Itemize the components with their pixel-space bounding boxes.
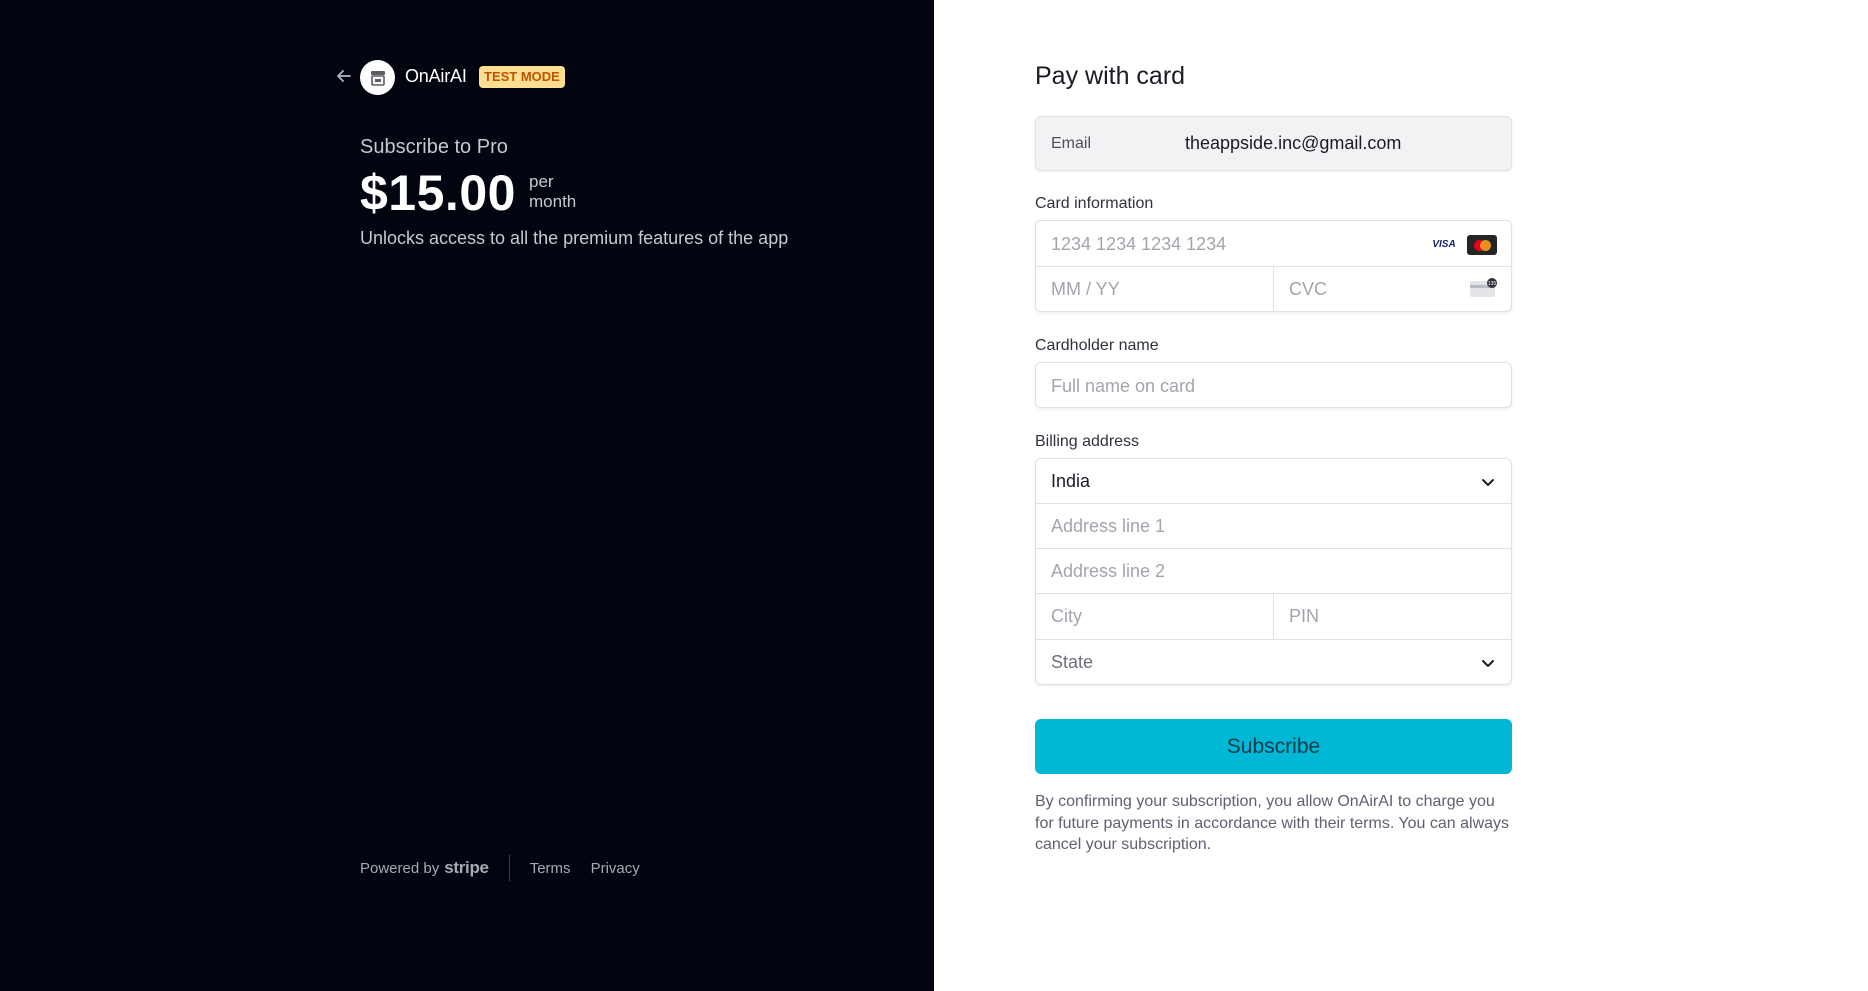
- state-select[interactable]: State: [1036, 640, 1511, 685]
- billing-interval: per month: [529, 172, 576, 212]
- cvc-input[interactable]: CVC 135: [1274, 267, 1512, 312]
- product-description: Unlocks access to all the premium featur…: [360, 228, 789, 248]
- billing-address-label: Billing address: [1035, 433, 1140, 450]
- city-placeholder: City: [1051, 606, 1082, 626]
- footer: Powered by stripe Terms Privacy: [360, 855, 660, 881]
- stripe-logo: stripe: [444, 858, 489, 877]
- powered-by-text: Powered by: [360, 860, 440, 877]
- svg-text:135: 135: [1488, 281, 1497, 287]
- privacy-link[interactable]: Privacy: [591, 860, 640, 877]
- city-input[interactable]: City: [1036, 594, 1274, 639]
- interval-line-2: month: [529, 192, 577, 211]
- back-arrow-icon[interactable]: [334, 66, 354, 86]
- billing-address-group: India Address line 1 Address line 2 City…: [1035, 458, 1512, 685]
- subscribe-button[interactable]: Subscribe: [1035, 719, 1512, 774]
- cardholder-name-input[interactable]: Full name on card: [1035, 362, 1512, 408]
- product-title: Subscribe to Pro: [360, 136, 508, 158]
- subscription-terms-text: By confirming your subscription, you all…: [1035, 793, 1510, 853]
- pay-with-card-title: Pay with card: [1035, 62, 1186, 90]
- mastercard-icon: [1467, 235, 1497, 255]
- chevron-down-icon: [1482, 479, 1494, 486]
- expiry-input[interactable]: MM / YY: [1036, 267, 1274, 312]
- footer-divider: [508, 855, 510, 881]
- card-information-label: Card information: [1035, 195, 1154, 212]
- card-information-group: 1234 1234 1234 1234 VISA MM / YY CVC 135: [1035, 220, 1512, 312]
- email-value: theappside.inc@gmail.com: [1185, 133, 1402, 153]
- price-amount: $15.00: [360, 165, 516, 221]
- cvc-card-icon: 135: [1470, 278, 1497, 297]
- powered-by-stripe[interactable]: Powered by stripe: [360, 858, 489, 878]
- order-summary-panel: OnAirAI TEST MODE Subscribe to Pro $15.0…: [0, 0, 934, 991]
- test-mode-badge: TEST MODE: [479, 66, 565, 88]
- cardholder-name-label: Cardholder name: [1035, 337, 1159, 354]
- card-number-placeholder: 1234 1234 1234 1234: [1051, 234, 1227, 254]
- pin-input[interactable]: PIN: [1274, 594, 1512, 639]
- email-label: Email: [1051, 135, 1092, 152]
- country-select[interactable]: India: [1036, 459, 1511, 504]
- email-field[interactable]: Email theappside.inc@gmail.com: [1035, 116, 1512, 171]
- terms-link[interactable]: Terms: [530, 860, 571, 877]
- address-line-2-placeholder: Address line 2: [1051, 561, 1166, 581]
- city-pin-row: City PIN: [1036, 594, 1511, 640]
- state-placeholder: State: [1051, 652, 1094, 672]
- store-icon: [370, 70, 385, 86]
- payment-form-panel: Pay with card Email theappside.inc@gmail…: [934, 0, 1868, 991]
- address-line-1-placeholder: Address line 1: [1051, 516, 1166, 536]
- interval-line-1: per: [529, 172, 554, 191]
- address-line-1-input[interactable]: Address line 1: [1036, 504, 1511, 549]
- address-line-2-input[interactable]: Address line 2: [1036, 549, 1511, 594]
- chevron-down-icon: [1482, 660, 1494, 667]
- pin-placeholder: PIN: [1289, 606, 1320, 626]
- country-value: India: [1051, 471, 1091, 491]
- merchant-logo: [360, 60, 395, 95]
- cardholder-name-placeholder: Full name on card: [1051, 376, 1196, 396]
- visa-icon: VISA: [1429, 235, 1459, 253]
- card-number-input[interactable]: 1234 1234 1234 1234 VISA: [1036, 221, 1511, 267]
- expiry-placeholder: MM / YY: [1051, 279, 1120, 299]
- merchant-name: OnAirAI: [405, 66, 467, 86]
- cvc-placeholder: CVC: [1289, 279, 1328, 299]
